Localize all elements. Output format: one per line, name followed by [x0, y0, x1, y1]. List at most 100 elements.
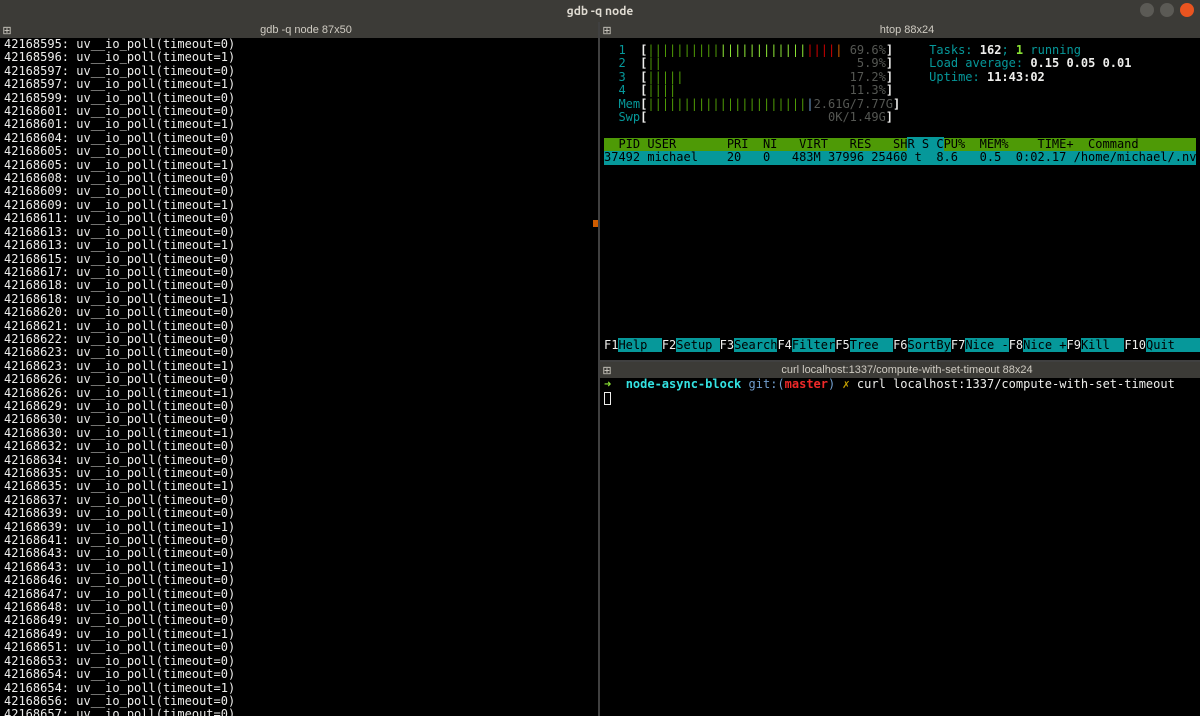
- fn-key: F7: [951, 338, 965, 352]
- gdb-line: 42168604: uv__io_poll(timeout=0): [4, 132, 594, 145]
- fn-setup[interactable]: Setup: [676, 338, 719, 352]
- gdb-line: 42168654: uv__io_poll(timeout=1): [4, 682, 594, 695]
- htop-empty: [604, 312, 1196, 325]
- pane-menu-icon[interactable]: ⊞: [600, 364, 614, 377]
- htop-process-row[interactable]: 37492 michael 20 0 483M 37996 25460 t 8.…: [604, 151, 1196, 164]
- gdb-line: 42168615: uv__io_poll(timeout=0): [4, 253, 594, 266]
- htop-columns[interactable]: PID USER PRI NI VIRT RES SHR S CPU% MEM%…: [604, 138, 1196, 151]
- gdb-line: 42168601: uv__io_poll(timeout=1): [4, 118, 594, 131]
- fn-key: F10: [1124, 338, 1146, 352]
- htop-swp: Swp[ 0K/1.49G]: [604, 111, 1196, 124]
- gdb-line: 42168651: uv__io_poll(timeout=0): [4, 641, 594, 654]
- pane-title-left: gdb -q node 87x50: [14, 24, 598, 36]
- htop-empty: [604, 326, 1196, 339]
- pane-header-curl[interactable]: ⊞ curl localhost:1337/compute-with-set-t…: [600, 362, 1200, 378]
- left-pane: ⊞ gdb -q node 87x50 42168595: uv__io_pol…: [0, 22, 600, 716]
- htop-empty: [604, 191, 1196, 204]
- cursor-icon: [604, 392, 611, 405]
- gdb-line: 42168647: uv__io_poll(timeout=0): [4, 588, 594, 601]
- gdb-line: 42168649: uv__io_poll(timeout=0): [4, 614, 594, 627]
- htop-terminal[interactable]: 1 [||||||||||||||||||||||||||| 69.6%] Ta…: [600, 38, 1200, 360]
- htop-fn-bar: F1Help F2Setup F3SearchF4FilterF5Tree F6…: [604, 339, 1196, 352]
- htop-cpu-2: 2 [|| 5.9%] Load average: 0.15 0.05 0.01: [604, 57, 1196, 70]
- fn-key: F5: [835, 338, 849, 352]
- gdb-line: 42168617: uv__io_poll(timeout=0): [4, 266, 594, 279]
- window-controls: [1140, 3, 1194, 17]
- gdb-line: 42168599: uv__io_poll(timeout=0): [4, 92, 594, 105]
- fn-key: F3: [720, 338, 734, 352]
- htop-empty: [604, 205, 1196, 218]
- right-pane: ⊞ htop 88x24 1 [||||||||||||||||||||||||…: [600, 22, 1200, 716]
- gdb-line: 42168609: uv__io_poll(timeout=0): [4, 185, 594, 198]
- minimize-icon[interactable]: [1140, 3, 1154, 17]
- gdb-line: 42168611: uv__io_poll(timeout=0): [4, 212, 594, 225]
- gdb-line: 42168618: uv__io_poll(timeout=0): [4, 279, 594, 292]
- gdb-line: 42168634: uv__io_poll(timeout=0): [4, 454, 594, 467]
- fn-key: F8: [1009, 338, 1023, 352]
- htop-empty: [604, 245, 1196, 258]
- maximize-icon[interactable]: [1160, 3, 1174, 17]
- window-titlebar: gdb -q node: [0, 0, 1200, 22]
- gdb-line: 42168618: uv__io_poll(timeout=1): [4, 293, 594, 306]
- htop-empty: [604, 165, 1196, 178]
- gdb-line: 42168622: uv__io_poll(timeout=0): [4, 333, 594, 346]
- fn-kill[interactable]: Kill: [1081, 338, 1124, 352]
- gdb-line: 42168626: uv__io_poll(timeout=1): [4, 387, 594, 400]
- fn-key: F9: [1067, 338, 1081, 352]
- gdb-line: 42168639: uv__io_poll(timeout=1): [4, 521, 594, 534]
- gdb-line: 42168635: uv__io_poll(timeout=1): [4, 480, 594, 493]
- fn-sortby[interactable]: SortBy: [908, 338, 951, 352]
- gdb-line: 42168654: uv__io_poll(timeout=0): [4, 668, 594, 681]
- gdb-line: 42168656: uv__io_poll(timeout=0): [4, 695, 594, 708]
- gdb-line: 42168626: uv__io_poll(timeout=0): [4, 373, 594, 386]
- gdb-line: 42168629: uv__io_poll(timeout=0): [4, 400, 594, 413]
- fn-help[interactable]: Help: [618, 338, 661, 352]
- htop-mem: Mem[|||||||||||||||||||||||2.61G/7.77G]: [604, 98, 1196, 111]
- fn-nice +[interactable]: Nice +: [1023, 338, 1066, 352]
- close-icon[interactable]: [1180, 3, 1194, 17]
- htop-cpu-1: 1 [||||||||||||||||||||||||||| 69.6%] Ta…: [604, 44, 1196, 57]
- fn-tree[interactable]: Tree: [850, 338, 893, 352]
- pane-menu-icon[interactable]: ⊞: [0, 24, 14, 37]
- gdb-terminal[interactable]: 42168595: uv__io_poll(timeout=0)42168596…: [0, 38, 598, 716]
- gdb-line: 42168630: uv__io_poll(timeout=0): [4, 413, 594, 426]
- curl-terminal[interactable]: ➜ node-async-block git:(master) ✗ curl l…: [600, 378, 1200, 716]
- fn-key: F2: [662, 338, 676, 352]
- fn-filter[interactable]: Filter: [792, 338, 835, 352]
- htop-empty: [604, 259, 1196, 272]
- gdb-line: 42168608: uv__io_poll(timeout=0): [4, 172, 594, 185]
- gdb-line: 42168620: uv__io_poll(timeout=0): [4, 306, 594, 319]
- gdb-line: 42168643: uv__io_poll(timeout=1): [4, 561, 594, 574]
- gdb-line: 42168613: uv__io_poll(timeout=0): [4, 226, 594, 239]
- pane-title-htop: htop 88x24: [614, 24, 1200, 36]
- htop-empty: [604, 218, 1196, 231]
- gdb-line: 42168613: uv__io_poll(timeout=1): [4, 239, 594, 252]
- gdb-line: 42168630: uv__io_poll(timeout=1): [4, 427, 594, 440]
- pane-header-htop[interactable]: ⊞ htop 88x24: [600, 22, 1200, 38]
- scrollbar-thumb[interactable]: [593, 220, 598, 227]
- gdb-line: 42168646: uv__io_poll(timeout=0): [4, 574, 594, 587]
- gdb-line: 42168637: uv__io_poll(timeout=0): [4, 494, 594, 507]
- fn-key: F6: [893, 338, 907, 352]
- gdb-line: 42168597: uv__io_poll(timeout=0): [4, 65, 594, 78]
- htop-empty: [604, 272, 1196, 285]
- gdb-line: 42168653: uv__io_poll(timeout=0): [4, 655, 594, 668]
- fn-search[interactable]: Search: [734, 338, 777, 352]
- pane-header-left[interactable]: ⊞ gdb -q node 87x50: [0, 22, 598, 38]
- gdb-line: 42168597: uv__io_poll(timeout=1): [4, 78, 594, 91]
- gdb-line: 42168623: uv__io_poll(timeout=1): [4, 360, 594, 373]
- htop-empty: [604, 299, 1196, 312]
- gdb-line: 42168643: uv__io_poll(timeout=0): [4, 547, 594, 560]
- htop-cpu-4: 4 [|||| 11.3%]: [604, 84, 1196, 97]
- gdb-line: 42168601: uv__io_poll(timeout=0): [4, 105, 594, 118]
- shell-prompt[interactable]: ➜ node-async-block git:(master) ✗ curl l…: [604, 378, 1196, 391]
- pane-title-curl: curl localhost:1337/compute-with-set-tim…: [614, 364, 1200, 376]
- gdb-line: 42168639: uv__io_poll(timeout=0): [4, 507, 594, 520]
- cursor-line: [604, 391, 1196, 404]
- fn-key: F4: [777, 338, 791, 352]
- pane-menu-icon[interactable]: ⊞: [600, 24, 614, 37]
- gdb-line: 42168609: uv__io_poll(timeout=1): [4, 199, 594, 212]
- gdb-line: 42168595: uv__io_poll(timeout=0): [4, 38, 594, 51]
- fn-quit[interactable]: Quit: [1146, 338, 1189, 352]
- fn-nice -[interactable]: Nice -: [965, 338, 1008, 352]
